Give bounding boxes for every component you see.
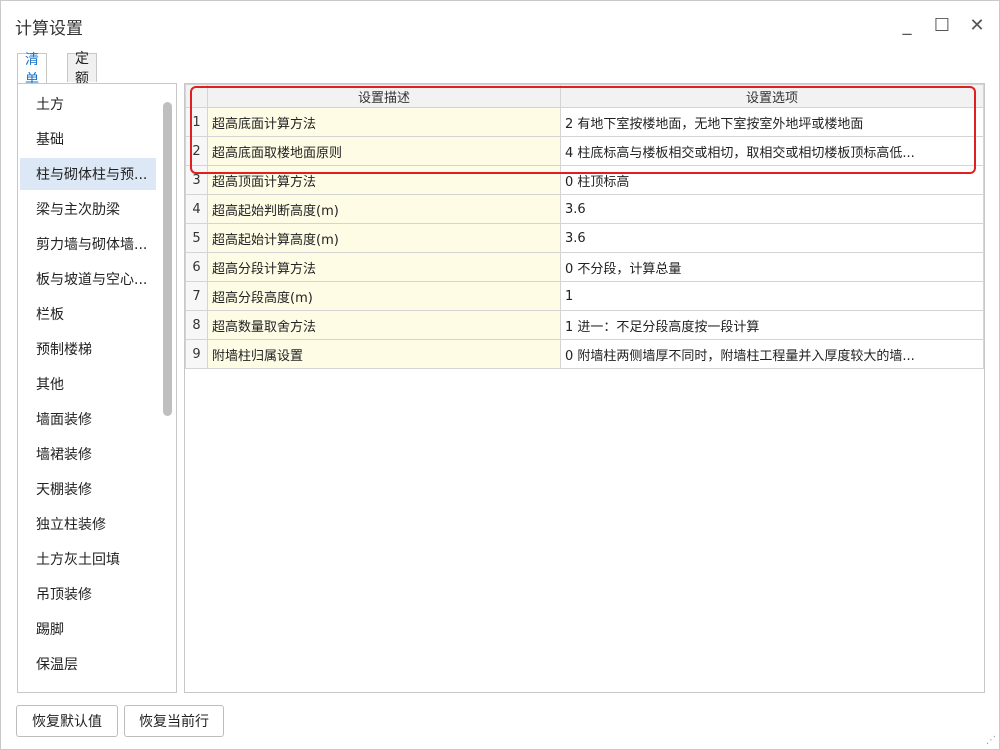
sidebar-item[interactable]: 柱与砌体柱与预... [20, 158, 156, 190]
setting-description: 附墙柱归属设置 [207, 339, 561, 369]
minimize-icon[interactable]: _ [893, 11, 921, 39]
calc-settings-dialog: 计算设置 _ ☐ ✕ 清单 定额 土方 基础 柱与砌体柱与预... 梁与主次肋梁 剪力墙… [0, 0, 1000, 750]
setting-option[interactable]: 1 [560, 281, 984, 311]
setting-option[interactable]: 0 附墙柱两侧墙厚不同时，附墙柱工程量并入厚度较大的墙... [560, 339, 984, 369]
header-num [185, 84, 208, 108]
setting-option[interactable]: 3.6 [560, 194, 984, 224]
setting-description: 超高底面取楼地面原则 [207, 136, 561, 166]
setting-description: 超高数量取舍方法 [207, 310, 561, 340]
sidebar-item[interactable]: 土方 [20, 88, 156, 120]
restore-default-button[interactable]: 恢复默认值 [16, 705, 118, 737]
setting-description: 超高分段计算方法 [207, 252, 561, 282]
sidebar-item[interactable]: 独立柱装修 [20, 508, 156, 540]
row-number: 1 [185, 107, 208, 137]
row-number: 7 [185, 281, 208, 311]
setting-option[interactable]: 2 有地下室按楼地面，无地下室按室外地坪或楼地面 [560, 107, 984, 137]
setting-option[interactable]: 0 不分段，计算总量 [560, 252, 984, 282]
setting-description: 超高分段高度(m) [207, 281, 561, 311]
window-title: 计算设置 [15, 19, 83, 39]
sidebar-item[interactable]: 基础 [20, 123, 156, 155]
table-row[interactable]: 3 超高顶面计算方法 0 柱顶标高 [185, 165, 984, 195]
row-number: 8 [185, 310, 208, 340]
setting-description: 超高底面计算方法 [207, 107, 561, 137]
sidebar-item[interactable]: 墙裙装修 [20, 438, 156, 470]
tab-qingdan[interactable]: 清单 [17, 52, 47, 88]
table-row[interactable]: 8 超高数量取舍方法 1 进一：不足分段高度按一段计算 [185, 310, 984, 340]
settings-grid: 设置描述 设置选项 1 超高底面计算方法 2 有地下室按楼地面，无地下室按室外地坪或… [184, 83, 985, 693]
sidebar-item[interactable]: 土方灰土回填 [20, 543, 156, 575]
sidebar-item[interactable]: 栏板 [20, 298, 156, 330]
setting-description: 超高起始判断高度(m) [207, 194, 561, 224]
tab-dinge[interactable]: 定额 [67, 51, 97, 87]
row-number: 6 [185, 252, 208, 282]
setting-option[interactable]: 1 进一：不足分段高度按一段计算 [560, 310, 984, 340]
setting-option[interactable]: 4 柱底标高与楼板相交或相切，取相交或相切楼板顶标高低... [560, 136, 984, 166]
setting-option[interactable]: 3.6 [560, 223, 984, 253]
setting-option[interactable]: 0 柱顶标高 [560, 165, 984, 195]
sidebar-item[interactable]: 保温层 [20, 648, 156, 680]
header-desc: 设置描述 [207, 84, 561, 108]
sidebar-item[interactable]: 墙面装修 [20, 403, 156, 435]
table-row[interactable]: 2 超高底面取楼地面原则 4 柱底标高与楼板相交或相切，取相交或相切楼板顶标高低..… [185, 136, 984, 166]
sidebar-item[interactable]: 其他 [20, 368, 156, 400]
sidebar-item[interactable]: 过梁 [20, 683, 156, 692]
table-row[interactable]: 4 超高起始判断高度(m) 3.6 [185, 194, 984, 224]
settings-table: 设置描述 设置选项 1 超高底面计算方法 2 有地下室按楼地面，无地下室按室外地坪或… [185, 84, 984, 369]
sidebar-item[interactable]: 梁与主次肋梁 [20, 193, 156, 225]
restore-current-row-button[interactable]: 恢复当前行 [124, 705, 224, 737]
resize-grip-icon[interactable]: ⋰ [986, 735, 996, 746]
sidebar-item[interactable]: 板与坡道与空心... [20, 263, 156, 295]
row-number: 4 [185, 194, 208, 224]
sidebar-item[interactable]: 踢脚 [20, 613, 156, 645]
table-header-row: 设置描述 设置选项 [185, 84, 984, 108]
header-option: 设置选项 [560, 84, 984, 108]
table-row[interactable]: 6 超高分段计算方法 0 不分段，计算总量 [185, 252, 984, 282]
row-number: 3 [185, 165, 208, 195]
row-number: 2 [185, 136, 208, 166]
table-row[interactable]: 5 超高起始计算高度(m) 3.6 [185, 223, 984, 253]
table-row[interactable]: 7 超高分段高度(m) 1 [185, 281, 984, 311]
row-number: 5 [185, 223, 208, 253]
sidebar-item[interactable]: 剪力墙与砌体墙... [20, 228, 156, 260]
maximize-icon[interactable]: ☐ [928, 11, 956, 39]
setting-description: 超高顶面计算方法 [207, 165, 561, 195]
sidebar-item[interactable]: 预制楼梯 [20, 333, 156, 365]
list-scrollbar[interactable] [163, 102, 172, 416]
setting-description: 超高起始计算高度(m) [207, 223, 561, 253]
table-row[interactable]: 9 附墙柱归属设置 0 附墙柱两侧墙厚不同时，附墙柱工程量并入厚度较大的墙... [185, 339, 984, 369]
sidebar-item[interactable]: 吊顶装修 [20, 578, 156, 610]
close-icon[interactable]: ✕ [963, 11, 991, 39]
table-row[interactable]: 1 超高底面计算方法 2 有地下室按楼地面，无地下室按室外地坪或楼地面 [185, 107, 984, 137]
category-list: 土方 基础 柱与砌体柱与预... 梁与主次肋梁 剪力墙与砌体墙... 板与坡道与空心...… [17, 83, 177, 693]
row-number: 9 [185, 339, 208, 369]
sidebar-item[interactable]: 天棚装修 [20, 473, 156, 505]
